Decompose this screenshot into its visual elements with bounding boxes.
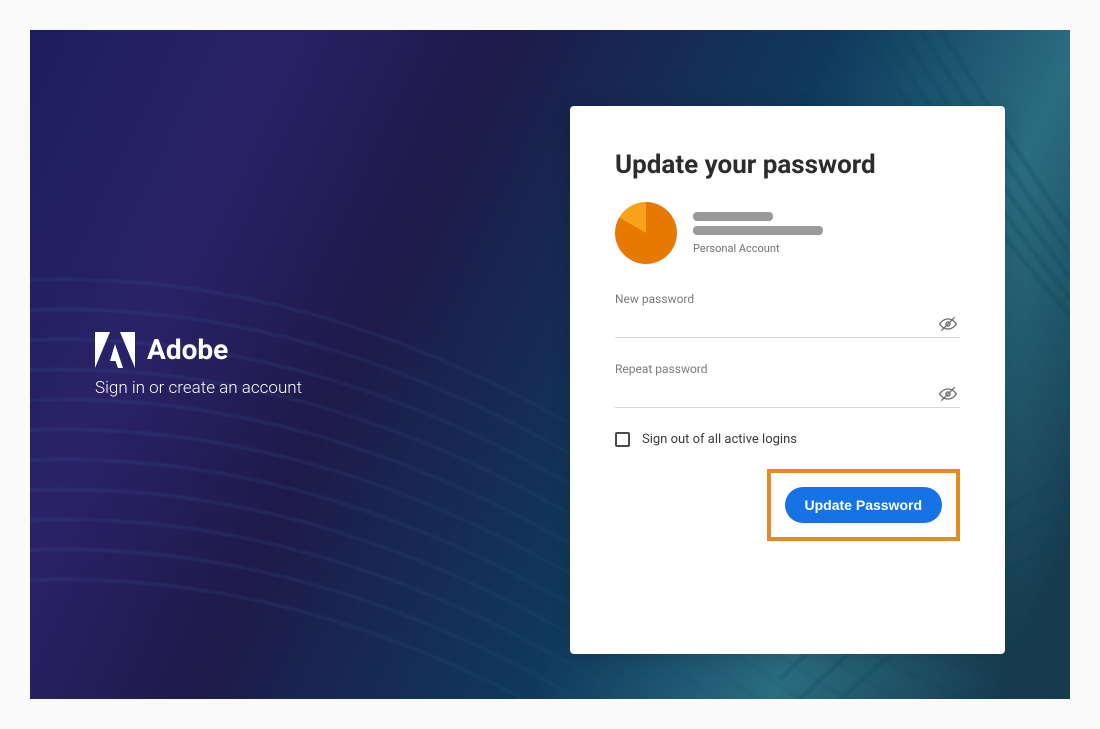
update-password-button[interactable]: Update Password <box>785 487 942 523</box>
new-password-field-group: New password <box>615 292 960 338</box>
account-type: Personal Account <box>693 242 823 255</box>
sign-out-label: Sign out of all active logins <box>642 432 797 447</box>
toggle-visibility-new-icon[interactable] <box>938 314 958 334</box>
new-password-label: New password <box>615 292 960 306</box>
account-email-redacted <box>693 226 823 235</box>
sign-out-checkbox[interactable] <box>615 432 630 447</box>
repeat-password-label: Repeat password <box>615 362 960 376</box>
highlight-annotation: Update Password <box>767 469 960 541</box>
update-password-card: Update your password Personal Account Ne… <box>570 106 1005 654</box>
account-row: Personal Account <box>615 202 960 264</box>
sign-out-checkbox-row: Sign out of all active logins <box>615 432 960 447</box>
account-name-redacted <box>693 212 773 221</box>
brand-block: Adobe Sign in or create an account <box>95 332 302 398</box>
card-title: Update your password <box>615 150 960 180</box>
repeat-password-field-group: Repeat password <box>615 362 960 408</box>
toggle-visibility-repeat-icon[interactable] <box>938 384 958 404</box>
adobe-logo-icon <box>95 332 135 368</box>
repeat-password-input[interactable] <box>615 380 960 407</box>
brand-subtitle: Sign in or create an account <box>95 378 302 398</box>
brand-name: Adobe <box>147 333 228 366</box>
page-background: Adobe Sign in or create an account Updat… <box>30 30 1070 699</box>
avatar <box>615 202 677 264</box>
new-password-input[interactable] <box>615 310 960 337</box>
